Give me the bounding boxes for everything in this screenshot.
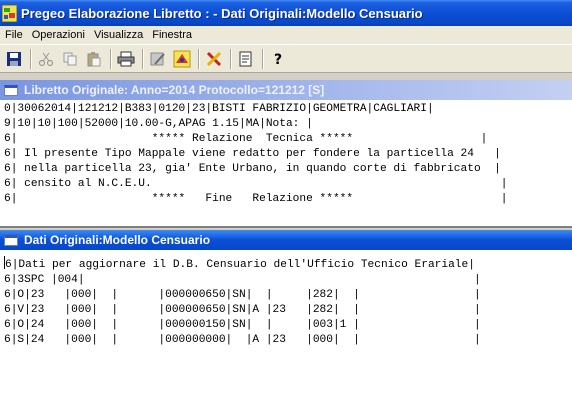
censuario-title-bar[interactable]: Dati Originali:Modello Censuario [0, 230, 572, 250]
censuario-title: Dati Originali:Modello Censuario [24, 233, 211, 247]
libretto-originale-window[interactable]: Libretto Originale: Anno=2014 Protocollo… [0, 80, 572, 228]
notes-icon[interactable] [235, 48, 257, 70]
svg-text:?: ? [274, 52, 282, 67]
libretto-line: 0|30062014|121212|B383|0120|23|BISTI FAB… [4, 103, 434, 115]
menu-finestra[interactable]: Finestra [148, 29, 196, 41]
cut-icon[interactable] [35, 48, 57, 70]
libretto-line: 6| Il presente Tipo Mappale viene redatt… [4, 148, 501, 160]
censuario-line: 6|3SPC |004| | [4, 274, 481, 286]
libretto-line: 6| ***** Relazione Tecnica ***** | [4, 133, 488, 145]
libretto-line: 9|10|10|100|52000|10.00-G,APAG 1.15|MA|N… [4, 118, 313, 130]
libretto-line: 6| ***** Fine Relazione ***** | [4, 193, 508, 205]
modello-censuario-window[interactable]: Dati Originali:Modello Censuario 6|Dati … [0, 230, 572, 407]
mdi-background [0, 73, 572, 80]
edit-icon[interactable] [147, 48, 169, 70]
censuario-text-area[interactable]: 6|Dati per aggiornare il D.B. Censuario … [0, 250, 572, 407]
run-icon[interactable] [171, 48, 193, 70]
toolbar-separator [110, 48, 112, 69]
window-icon [4, 234, 18, 246]
menu-bar: File Operazioni Visualizza Finestra [0, 26, 572, 45]
libretto-line: 6| nella particella 23, gia' Ente Urbano… [4, 163, 501, 175]
window-title-bar[interactable]: Pregeo Elaborazione Libretto : - Dati Or… [0, 0, 572, 26]
censuario-line-text: 6|Dati per aggiornare il D.B. Censuario … [5, 259, 475, 271]
window-title: Pregeo Elaborazione Libretto : - Dati Or… [21, 5, 423, 21]
toolbar: ? [0, 45, 572, 73]
menu-file[interactable]: File [1, 29, 27, 41]
window-icon [4, 84, 18, 96]
censuario-line: 6|O|23 |000| | |000000650|SN| | |282| | … [4, 289, 481, 301]
pregeo-app-icon[interactable] [1, 4, 18, 22]
libretto-text-area[interactable]: 0|30062014|121212|B383|0120|23|BISTI FAB… [0, 100, 572, 226]
print-icon[interactable] [115, 48, 137, 70]
toolbar-separator [198, 48, 200, 69]
toolbar-separator [230, 48, 232, 69]
censuario-line: 6|V|23 |000| | |000000650|SN|A |23 |282|… [4, 304, 481, 316]
menu-operazioni[interactable]: Operazioni [28, 29, 89, 41]
copy-icon[interactable] [59, 48, 81, 70]
censuario-line: 6|O|24 |000| | |000000150|SN| | |003|1 |… [4, 319, 481, 331]
menu-visualizza[interactable]: Visualizza [90, 29, 147, 41]
libretto-line: 6| censito al N.C.E.U. | [4, 178, 508, 190]
censuario-line: 6|Dati per aggiornare il D.B. Censuario … [4, 256, 572, 273]
toolbar-separator [30, 48, 32, 69]
paste-icon[interactable] [83, 48, 105, 70]
libretto-title-bar[interactable]: Libretto Originale: Anno=2014 Protocollo… [0, 80, 572, 100]
libretto-title: Libretto Originale: Anno=2014 Protocollo… [24, 83, 325, 97]
toolbar-separator [262, 48, 264, 69]
censuario-line: 6|S|24 |000| | |000000000| |A |23 |000| … [4, 334, 481, 346]
help-icon[interactable]: ? [267, 48, 289, 70]
toolbar-separator [142, 48, 144, 69]
application-window: Pregeo Elaborazione Libretto : - Dati Or… [0, 0, 572, 407]
tools-icon[interactable] [203, 48, 225, 70]
save-icon[interactable] [3, 48, 25, 70]
